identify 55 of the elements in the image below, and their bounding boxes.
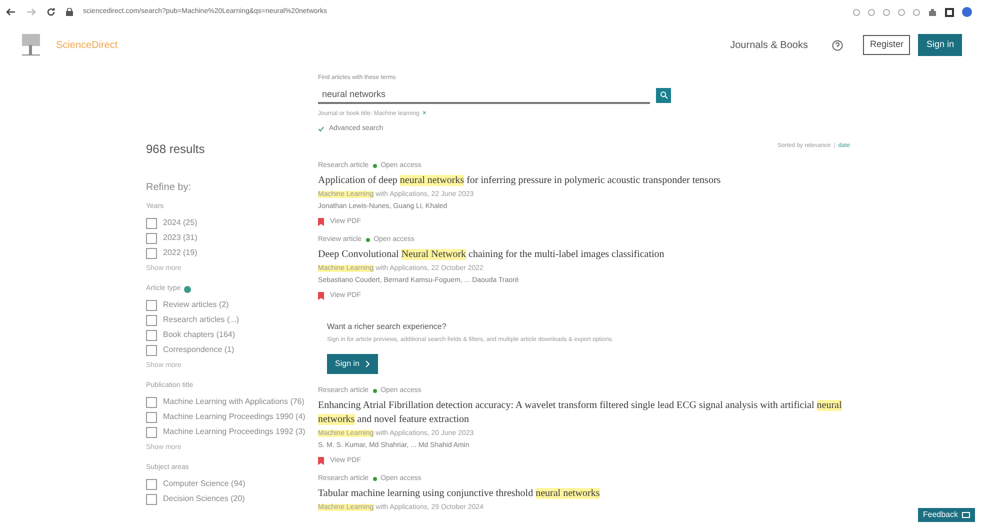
filter-label: Machine Learning with Applications (76) bbox=[163, 396, 304, 408]
filter-label: Research articles (...) bbox=[163, 314, 240, 326]
journals-books-link[interactable]: Journals & Books bbox=[730, 38, 808, 52]
checkbox[interactable] bbox=[146, 426, 157, 438]
checkbox[interactable] bbox=[146, 396, 157, 408]
chat-icon bbox=[962, 512, 970, 518]
chevron-right-icon bbox=[365, 360, 370, 368]
filter-label: Book chapters (164) bbox=[163, 329, 236, 341]
checkbox[interactable] bbox=[146, 248, 157, 258]
filter-label: Decision Sciences (20) bbox=[163, 493, 245, 505]
filter-label: 2024 (25) bbox=[163, 217, 198, 229]
search-field[interactable]: neural networks bbox=[318, 86, 650, 104]
pdf-icon bbox=[318, 456, 324, 465]
checkbox[interactable] bbox=[146, 412, 157, 422]
extension-icon[interactable] bbox=[853, 8, 860, 16]
checkbox[interactable] bbox=[146, 218, 157, 228]
checkbox[interactable] bbox=[146, 314, 157, 326]
extension-icon[interactable] bbox=[883, 8, 890, 16]
sign-in-button[interactable]: Sign in bbox=[327, 354, 378, 374]
filter-label: Machine Learning Proceedings 1990 (4) bbox=[163, 411, 306, 423]
extension-icon[interactable] bbox=[898, 8, 905, 16]
article-title[interactable]: Tabular machine learning using conjunctive threshold neural networks bbox=[318, 486, 850, 500]
checkbox[interactable] bbox=[146, 494, 157, 504]
checkbox[interactable] bbox=[146, 232, 157, 244]
filter-label: Computer Science (94) bbox=[163, 478, 246, 490]
filter-label: Review articles (2) bbox=[163, 299, 229, 311]
sign-in-button[interactable]: Sign in bbox=[918, 34, 962, 56]
refine-heading: Refine by: bbox=[146, 181, 192, 195]
forward-icon[interactable] bbox=[26, 8, 36, 16]
lock-icon bbox=[66, 8, 73, 16]
register-button[interactable]: Register bbox=[862, 35, 910, 55]
sidebar-icon[interactable] bbox=[945, 8, 954, 16]
back-icon[interactable] bbox=[6, 8, 16, 16]
results-count: 968 results bbox=[146, 141, 206, 158]
filter-label: 2023 (31) bbox=[163, 232, 198, 244]
pdf-icon bbox=[318, 218, 324, 226]
search-icon bbox=[660, 91, 668, 99]
reload-icon[interactable] bbox=[46, 7, 56, 17]
feedback-button[interactable]: Feedback bbox=[918, 508, 975, 522]
article-title[interactable]: Deep Convolutional Neural Network chaining for the multi-label images classification bbox=[318, 248, 850, 262]
check-icon bbox=[318, 126, 324, 132]
search-button[interactable] bbox=[656, 88, 671, 102]
extension-icon[interactable] bbox=[868, 8, 875, 16]
promo-heading: Want a richer search experience? bbox=[327, 321, 448, 333]
checkbox[interactable] bbox=[146, 478, 157, 490]
article-title[interactable]: Application of deep neural networks for inferring pressure in polymeric acoustic transponder tensors bbox=[318, 174, 850, 188]
filter-label: Correspondence (1) bbox=[163, 344, 234, 356]
checkbox[interactable] bbox=[146, 330, 157, 340]
pdf-icon bbox=[318, 292, 324, 300]
extension-icon[interactable] bbox=[913, 8, 920, 16]
checkbox[interactable] bbox=[146, 300, 157, 310]
profile-icon[interactable] bbox=[962, 7, 972, 17]
checkbox[interactable] bbox=[146, 344, 157, 356]
filter-label: 2022 (19) bbox=[163, 247, 198, 259]
filter-label: Machine Learning Proceedings 1992 (3) bbox=[163, 426, 306, 438]
